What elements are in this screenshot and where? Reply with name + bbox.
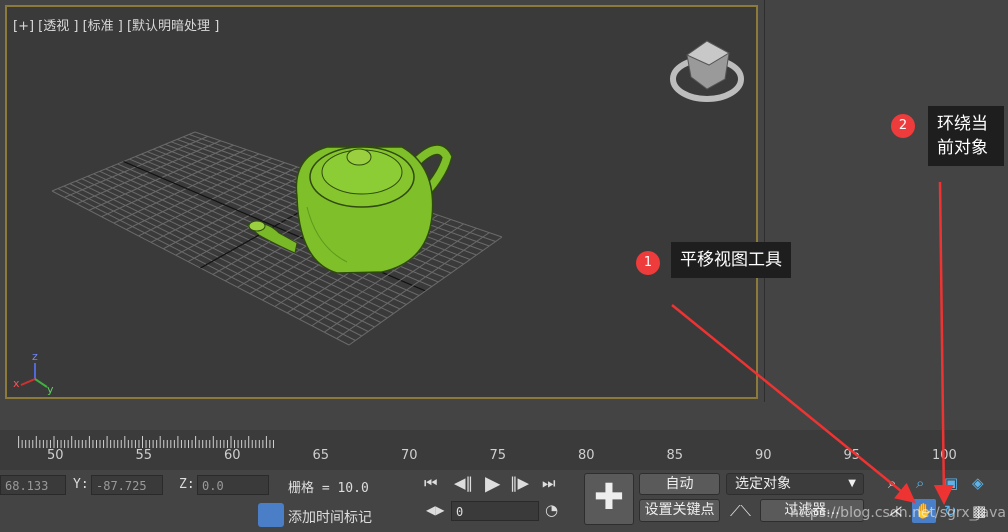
current-frame-field[interactable]: 0 [451,501,539,521]
play-icon[interactable]: ▶ [485,471,500,495]
previous-frame-icon[interactable]: ◀‖ [454,474,473,492]
go-to-end-icon[interactable]: ⏭ [542,474,556,492]
axis-z-label: z [32,350,38,363]
x-coordinate-field[interactable]: 68.133 [0,475,66,495]
time-tick-label: 55 [135,448,153,463]
callout-2-text: 环绕当 前对象 [928,106,1004,166]
perspective-viewport[interactable]: [+] [透视 ] [标准 ] [默认明暗处理 ] z x y [5,5,758,399]
time-tick-label: 95 [843,448,861,463]
key-mode-icon[interactable]: ◀▶ [426,503,444,517]
zoom-extents-icon[interactable]: ▣ [944,474,958,492]
time-tick-label: 75 [489,448,507,463]
zoom-all-icon[interactable]: ⌕ [916,474,924,492]
key-tangent-icon[interactable]: ⟋⟍ [730,502,751,520]
selection-set-value: 选定对象 [735,476,791,492]
time-config-icon[interactable]: ◔ [545,501,558,519]
viewport-scene: z x y [13,40,744,396]
time-tick-label: 85 [666,448,684,463]
time-tick-label: 100 [932,448,957,463]
callout-2-line2: 前对象 [937,138,988,158]
grid-size-text: 栅格 = 10.0 [288,481,369,496]
z-label: Z: [179,477,195,492]
go-to-start-icon[interactable]: ⏮ [424,474,438,492]
y-coordinate-field[interactable]: -87.725 [91,475,163,495]
callout-2-line1: 环绕当 [937,114,988,134]
callout-1-badge: 1 [636,251,660,275]
time-tick-label: 90 [755,448,772,463]
callout-1-text: 平移视图工具 [671,242,791,278]
view-cube[interactable] [670,40,744,102]
time-tick-label: 65 [312,448,330,463]
chevron-down-icon: ▼ [848,478,856,489]
time-tick-label: 50 [47,448,64,463]
zoom-icon[interactable]: ⌕ [888,474,896,492]
time-tick-label: 70 [401,448,418,463]
zoom-extents-all-icon[interactable]: ◈ [972,474,984,492]
set-key-button[interactable]: 设置关键点 [639,499,720,522]
auto-key-button[interactable]: 自动 [639,473,720,495]
axis-tripod: z x y [13,350,54,396]
selection-set-dropdown[interactable]: 选定对象 ▼ [726,473,864,495]
z-coordinate-field[interactable]: 0.0 [197,475,269,495]
add-key-icon[interactable]: ✚ [584,473,634,525]
y-label: Y: [73,477,89,492]
next-frame-icon[interactable]: ‖▶ [510,474,529,492]
axis-x-label: x [13,377,20,390]
add-time-tag[interactable]: 添加时间标记 [288,507,372,527]
time-tick-label: 80 [578,448,595,463]
cube-icon[interactable] [258,503,284,527]
time-tick-label: 60 [224,448,241,463]
axis-y-label: y [47,383,54,396]
callout-2-badge: 2 [891,114,915,138]
watermark: https://blog.csdn.net/sgrx_java [790,505,1006,521]
time-ruler[interactable] [0,434,1008,448]
command-panel [764,0,1008,402]
